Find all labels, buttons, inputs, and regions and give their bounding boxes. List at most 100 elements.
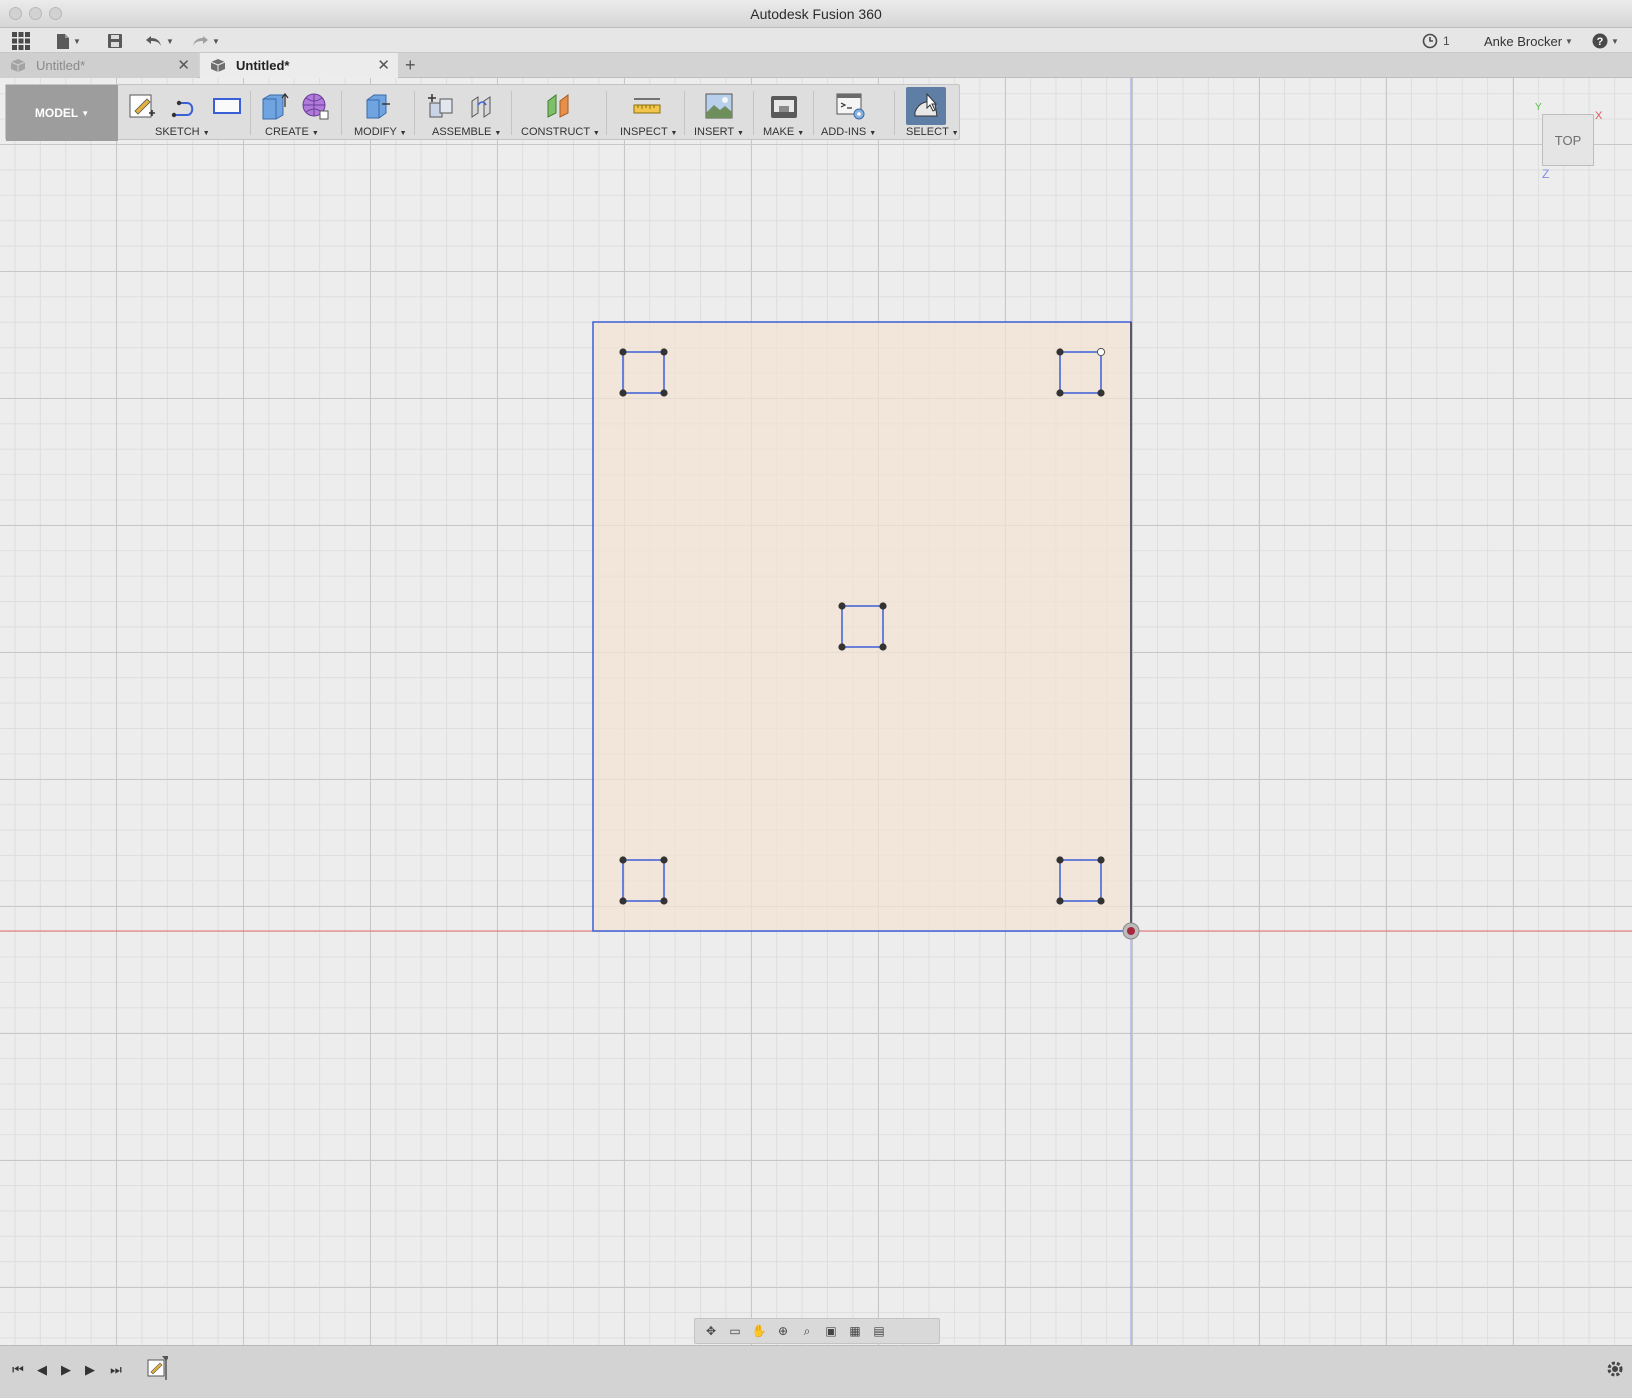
- sketch-point[interactable]: [660, 856, 668, 864]
- job-count: 1: [1443, 34, 1450, 48]
- step-forward-icon[interactable]: ▶: [80, 1360, 100, 1380]
- data-panel-button[interactable]: [12, 30, 30, 52]
- timeline-sketch-feature-icon[interactable]: [146, 1356, 168, 1380]
- scripts-addins-icon[interactable]: [836, 91, 866, 121]
- viewports-icon[interactable]: ▤: [869, 1322, 889, 1340]
- axis-label-z: Z: [1542, 167, 1550, 181]
- display-settings-icon[interactable]: ▣: [821, 1322, 841, 1340]
- window-title: Autodesk Fusion 360: [750, 6, 882, 22]
- measure-icon[interactable]: [632, 91, 662, 121]
- sketch-point[interactable]: [1097, 897, 1105, 905]
- design-canvas[interactable]: [0, 78, 1632, 1345]
- sketch-point[interactable]: [1056, 348, 1064, 356]
- joint-icon[interactable]: [468, 91, 498, 121]
- document-tab-label: Untitled*: [36, 58, 86, 73]
- file-menu-button[interactable]: ▼: [56, 30, 81, 52]
- view-cube-face[interactable]: TOP: [1542, 114, 1594, 166]
- sketch-point[interactable]: [619, 856, 627, 864]
- close-icon[interactable]: ✕: [377, 56, 390, 74]
- ribbon-group-modify[interactable]: MODIFY ▼: [354, 126, 407, 138]
- ribbon-separator: [511, 91, 512, 135]
- form-tool-icon[interactable]: [300, 91, 330, 121]
- sketch-point[interactable]: [1056, 856, 1064, 864]
- sketch-point[interactable]: [660, 389, 668, 397]
- press-pull-icon[interactable]: [362, 91, 392, 121]
- sketch-geometry: [0, 78, 1632, 1345]
- timeline-settings-gear-icon[interactable]: [1606, 1360, 1624, 1378]
- sketch-point[interactable]: [619, 389, 627, 397]
- axis-label-x: X: [1595, 110, 1603, 122]
- rectangle-tool-icon[interactable]: [212, 91, 242, 121]
- undo-button[interactable]: ▼: [145, 30, 174, 52]
- new-tab-plus-icon[interactable]: +: [405, 55, 416, 76]
- sketch-point[interactable]: [879, 602, 887, 610]
- ribbon-group-select[interactable]: SELECT ▼: [906, 126, 959, 138]
- chevron-down-icon: ▼: [1611, 36, 1619, 46]
- user-account-menu[interactable]: Anke Brocker ▼: [1484, 30, 1573, 52]
- grid-menu-icon: [12, 32, 30, 50]
- sketch-point[interactable]: [838, 602, 846, 610]
- create-sketch-icon[interactable]: [127, 91, 157, 121]
- document-cube-icon: [210, 59, 226, 72]
- redo-button[interactable]: ▼: [191, 30, 220, 52]
- file-icon: [57, 33, 69, 49]
- pan-hand-icon[interactable]: ✋: [749, 1322, 769, 1340]
- ribbon-separator: [684, 91, 685, 135]
- fit-zoom-icon[interactable]: ⌕: [797, 1322, 817, 1340]
- sketch-profile-rectangle[interactable]: [592, 321, 1132, 932]
- zoom-icon[interactable]: ⊕: [773, 1322, 793, 1340]
- ribbon-group-insert[interactable]: INSERT ▼: [694, 126, 744, 138]
- sketch-point-open[interactable]: [1096, 347, 1106, 357]
- chevron-down-icon: ▼: [73, 36, 81, 46]
- ribbon-group-add-ins[interactable]: ADD-INS ▼: [821, 126, 876, 138]
- line-tool-icon[interactable]: [169, 91, 199, 121]
- sketch-point[interactable]: [660, 348, 668, 356]
- ribbon-group-inspect[interactable]: INSPECT ▼: [620, 126, 677, 138]
- sketch-point[interactable]: [1056, 897, 1064, 905]
- save-icon: [108, 34, 122, 48]
- sketch-point[interactable]: [619, 348, 627, 356]
- select-arrow-icon[interactable]: [911, 90, 941, 120]
- offset-plane-icon[interactable]: [544, 91, 574, 121]
- 3d-print-icon[interactable]: [769, 91, 799, 121]
- extrude-icon[interactable]: [259, 91, 289, 121]
- chevron-down-icon: ▼: [81, 108, 90, 118]
- job-status-button[interactable]: 1: [1422, 30, 1450, 52]
- grid-settings-icon[interactable]: ▦: [845, 1322, 865, 1340]
- ribbon-group-create[interactable]: CREATE ▼: [265, 126, 319, 138]
- ribbon-group-construct[interactable]: CONSTRUCT ▼: [521, 126, 600, 138]
- sketch-point[interactable]: [838, 643, 846, 651]
- workspace-switcher[interactable]: MODEL ▼: [6, 85, 118, 141]
- title-bar: Autodesk Fusion 360: [0, 0, 1632, 28]
- close-icon[interactable]: ✕: [177, 56, 190, 74]
- save-button[interactable]: [107, 30, 123, 52]
- help-menu-button[interactable]: ? ▼: [1592, 30, 1619, 52]
- go-to-end-icon[interactable]: ⏭: [106, 1360, 126, 1380]
- ribbon-group-sketch[interactable]: SKETCH ▼: [155, 126, 210, 138]
- ribbon-separator: [414, 91, 415, 135]
- ribbon-group-assemble[interactable]: ASSEMBLE ▼: [432, 126, 501, 138]
- help-icon: ?: [1592, 33, 1608, 49]
- document-tab-active[interactable]: Untitled* ✕: [200, 53, 398, 78]
- document-tab[interactable]: Untitled* ✕: [0, 53, 198, 78]
- undo-icon: [146, 36, 161, 46]
- sketch-point[interactable]: [1097, 856, 1105, 864]
- play-icon[interactable]: ▶: [56, 1360, 76, 1380]
- step-back-icon[interactable]: ◀: [32, 1360, 52, 1380]
- sketch-point[interactable]: [619, 897, 627, 905]
- ribbon-group-make[interactable]: MAKE ▼: [763, 126, 804, 138]
- new-component-icon[interactable]: [426, 91, 456, 121]
- look-at-icon[interactable]: ▭: [725, 1322, 745, 1340]
- sketch-point[interactable]: [660, 897, 668, 905]
- chevron-down-icon: ▼: [1565, 36, 1573, 46]
- sketch-point[interactable]: [1056, 389, 1064, 397]
- ribbon-separator: [813, 91, 814, 135]
- sketch-point[interactable]: [879, 643, 887, 651]
- go-to-start-icon[interactable]: ⏮: [8, 1360, 28, 1380]
- orbit-icon[interactable]: ✥: [701, 1322, 721, 1340]
- clock-icon: [1422, 33, 1438, 49]
- insert-image-icon[interactable]: [704, 91, 734, 121]
- view-cube[interactable]: TOP: [1542, 114, 1594, 166]
- axis-label-y: Y: [1535, 102, 1542, 113]
- sketch-point[interactable]: [1097, 389, 1105, 397]
